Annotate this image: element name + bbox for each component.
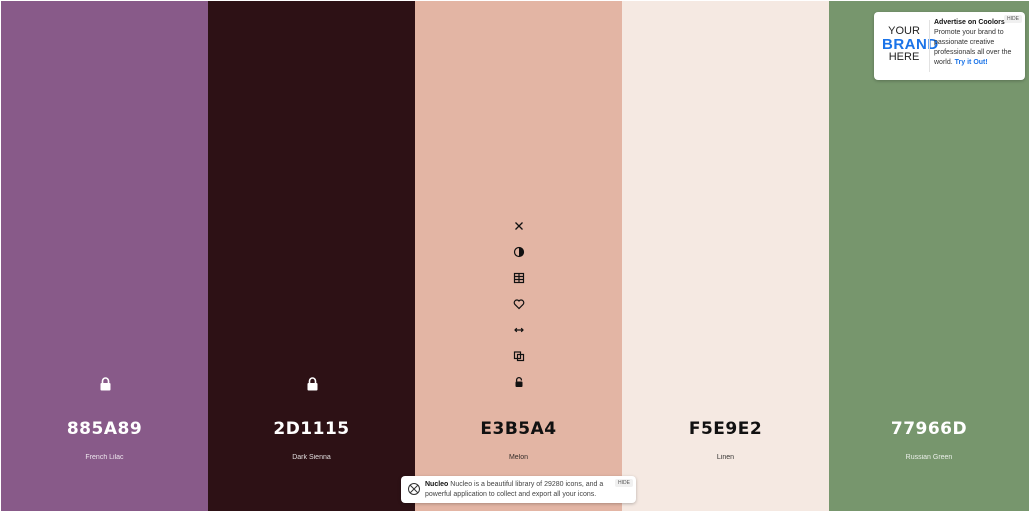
favorite-icon[interactable] [512,297,526,311]
ad-divider [929,20,930,72]
notice-hide-button[interactable]: HIDE [615,479,633,487]
ad-hide-button[interactable]: HIDE [1004,15,1022,23]
color-swatch[interactable]: E3B5A4 Melon [415,1,622,511]
color-name: French Lilac [85,454,124,461]
notice-description: Nucleo is a beautiful library of 29280 i… [425,481,604,498]
color-swatch[interactable]: 885A89 French Lilac [1,1,208,511]
notice-text: Nucleo Nucleo is a beautiful library of … [425,480,619,500]
remove-icon[interactable] [512,219,526,233]
view-shades-icon[interactable] [512,271,526,285]
color-hex-code[interactable]: E3B5A4 [415,419,622,439]
drag-icon[interactable] [512,323,526,337]
lock-icon[interactable] [307,377,318,391]
color-name: Linen [716,454,735,461]
color-hex-code[interactable]: 885A89 [1,419,208,439]
color-hex-code[interactable]: 77966D [829,419,1029,439]
ad-logo-line3: HERE [888,51,920,63]
color-tools [512,219,526,401]
color-swatch[interactable]: F5E9E2 Linen [622,1,829,511]
color-hex-code[interactable]: 2D1115 [208,419,415,439]
color-name: Melon [508,454,529,461]
color-name: Russian Green [905,454,953,461]
lock-icon[interactable] [100,377,111,391]
color-name: Dark Sienna [292,454,331,461]
ad-link[interactable]: Try it Out! [955,59,988,66]
notice-title[interactable]: Nucleo [425,481,448,488]
contrast-icon[interactable] [512,245,526,259]
nucleo-logo-icon [407,482,421,496]
ad-body: Advertise on Coolors Promote your brand … [934,18,1020,68]
color-hex-code[interactable]: F5E9E2 [622,419,829,439]
copy-icon[interactable] [512,349,526,363]
lock-icon[interactable] [512,375,526,389]
sponsor-notice[interactable]: Nucleo Nucleo is a beautiful library of … [401,476,636,503]
ad-brand-logo: YOUR BRAND HERE [882,26,939,63]
color-swatch[interactable]: 2D1115 Dark Sienna [208,1,415,511]
sponsored-ad[interactable]: YOUR BRAND HERE Advertise on Coolors Pro… [874,12,1025,80]
ad-logo-line2: BRAND [882,36,939,53]
